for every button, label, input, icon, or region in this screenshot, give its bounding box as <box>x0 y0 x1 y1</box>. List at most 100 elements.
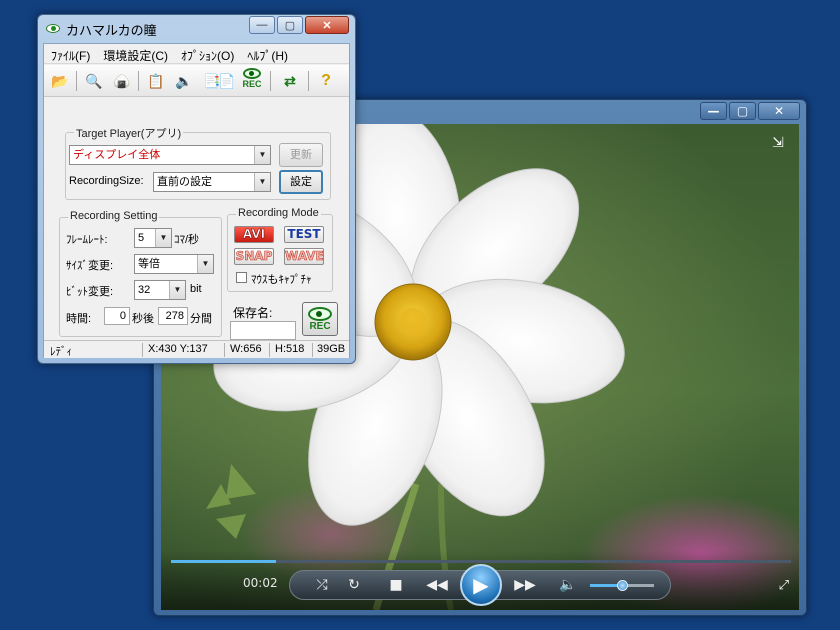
rec-button-label: REC <box>309 321 331 332</box>
rec-toolbar-label: REC <box>242 79 262 89</box>
menu-settings[interactable]: 環境設定(C) <box>96 44 174 63</box>
chevron-down-icon: ▼ <box>254 173 270 191</box>
chevron-down-icon: ▼ <box>155 229 171 247</box>
magnifier-page-icon[interactable]: 🔍 <box>84 71 104 91</box>
mode-snap-button[interactable]: SNAP <box>234 248 274 265</box>
delay-seconds-field[interactable]: 0 <box>104 307 130 325</box>
mouse-capture-checkbox[interactable] <box>236 272 247 283</box>
toolbar-separator <box>270 71 271 91</box>
recorder-client-area: ﾌｧｲﾙ(F) 環境設定(C) ｵﾌﾟｼｮﾝ(O) ﾍﾙﾌﾟ(H) 📂 🔍 🍙 … <box>43 43 350 358</box>
rice-ball-icon[interactable]: 🍙 <box>112 71 132 91</box>
folder-open-icon[interactable]: 📂 <box>50 71 70 91</box>
previous-icon[interactable]: ◀◀ <box>422 571 452 599</box>
bit-depth-value: 32 <box>138 284 151 296</box>
recorder-minimize-button[interactable]: — <box>249 16 275 34</box>
pages-icon[interactable]: 📄 <box>218 71 236 91</box>
target-player-group: Target Player(アプリ) ディスプレイ全体 ▼ 更新 Recordi… <box>65 125 331 200</box>
rec-toolbar-icon[interactable]: REC <box>240 68 264 94</box>
player-minimize-button[interactable]: — <box>700 102 727 120</box>
mode-wave-button[interactable]: WAVE <box>284 248 324 265</box>
recorder-window: カハマルカの瞳 — ▢ ✕ ﾌｧｲﾙ(F) 環境設定(C) ｵﾌﾟｼｮﾝ(O) … <box>37 14 356 364</box>
target-player-combo[interactable]: ディスプレイ全体 ▼ <box>69 145 271 165</box>
status-state: ﾚﾃﾞｨ <box>50 346 72 358</box>
fullscreen-icon[interactable]: ⤢ <box>779 578 789 593</box>
shuffle-icon[interactable]: ⤮ <box>312 571 332 599</box>
stop-icon[interactable]: ■ <box>386 571 406 599</box>
seek-progress <box>171 560 277 563</box>
window-title: カハマルカの瞳 <box>66 23 157 38</box>
menu-file[interactable]: ﾌｧｲﾙ(F) <box>44 44 96 63</box>
recording-size-combo[interactable]: 直前の設定 ▼ <box>153 172 271 192</box>
save-name-input[interactable] <box>230 321 296 340</box>
next-icon[interactable]: ▶▶ <box>510 571 540 599</box>
status-bar: ﾚﾃﾞｨ X:430 Y:137 W:656 H:518 39GB <box>44 340 349 358</box>
save-name-label: 保存名: <box>233 306 273 320</box>
toolbar-separator <box>138 71 139 91</box>
time-label: 時間: <box>66 313 92 325</box>
target-player-group-title: Target Player(アプリ) <box>74 125 184 141</box>
eye-app-icon <box>46 24 60 33</box>
settings-button[interactable]: 設定 <box>279 170 323 194</box>
rec-button[interactable]: REC <box>302 302 338 336</box>
switch-arrows-icon[interactable]: ⇄ <box>278 71 302 91</box>
repeat-icon[interactable]: ↻ <box>344 571 364 599</box>
menu-help[interactable]: ﾍﾙﾌﾟ(H) <box>240 44 294 63</box>
player-controls: 00:02 ⤮ ↻ ■ ◀◀ ▶ ▶▶ 🔈 ⤢ <box>161 550 799 610</box>
target-player-value: ディスプレイ全体 <box>73 149 161 161</box>
time-display: 00:02 <box>243 576 278 590</box>
help-question-icon[interactable]: ? <box>316 71 336 91</box>
bit-change-label: ﾋﾞｯﾄ変更: <box>66 286 114 298</box>
collapse-icon[interactable]: ⇲ <box>767 134 789 152</box>
player-maximize-button[interactable]: ▢ <box>729 102 756 120</box>
duration-unit: 分間 <box>190 313 212 325</box>
chevron-down-icon: ▼ <box>254 146 270 164</box>
framerate-unit: ｺﾏ/秒 <box>174 234 200 246</box>
toolbar: 📂 🔍 🍙 📋 🔈 📑 📄 REC ⇄ ? <box>44 65 349 97</box>
recording-mode-group-title: Recording Mode <box>236 207 321 219</box>
size-change-combo[interactable]: 等倍 ▼ <box>134 254 214 274</box>
mode-test-button[interactable]: TEST <box>284 226 324 243</box>
framerate-combo[interactable]: 5 ▼ <box>134 228 172 248</box>
recording-size-label: RecordingSize: <box>69 175 144 187</box>
menu-bar: ﾌｧｲﾙ(F) 環境設定(C) ｵﾌﾟｼｮﾝ(O) ﾍﾙﾌﾟ(H) <box>44 44 349 64</box>
bit-depth-combo[interactable]: 32 ▼ <box>134 280 186 300</box>
status-coords: X:430 Y:137 <box>148 343 208 355</box>
control-pill: ⤮ ↻ ■ ◀◀ ▶ ▶▶ 🔈 <box>289 564 671 606</box>
clipboard-icon[interactable]: 📋 <box>146 71 166 91</box>
play-icon[interactable]: ▶ <box>460 564 502 606</box>
recorder-maximize-button[interactable]: ▢ <box>277 16 303 34</box>
eye-icon <box>308 307 332 321</box>
recording-setting-group: Recording Setting ﾌﾚｰﾑﾚｰﾄ: 5 ▼ ｺﾏ/秒 ｻｲｽﾞ… <box>59 210 222 337</box>
size-change-value: 等倍 <box>138 258 160 270</box>
size-change-label: ｻｲｽﾞ変更: <box>66 260 114 272</box>
status-separator <box>269 343 270 357</box>
duration-minutes-field[interactable]: 278 <box>158 307 188 325</box>
speaker-icon[interactable]: 🔈 <box>174 71 194 91</box>
status-width: W:656 <box>230 343 262 355</box>
seek-bar[interactable] <box>171 560 791 563</box>
player-close-button[interactable]: ✕ <box>758 102 800 120</box>
refresh-button[interactable]: 更新 <box>279 143 323 167</box>
recording-setting-group-title: Recording Setting <box>68 210 160 222</box>
toolbar-separator <box>76 71 77 91</box>
player-caption-buttons: — ▢ ✕ <box>700 102 800 120</box>
recording-mode-group: Recording Mode AVI TEST SNAP WAVE ﾏｳｽもｷｬ… <box>227 207 333 292</box>
volume-slider[interactable] <box>590 580 654 591</box>
toolbar-separator <box>308 71 309 91</box>
recorder-close-button[interactable]: ✕ <box>305 16 349 34</box>
status-separator <box>142 343 143 357</box>
volume-knob[interactable] <box>617 580 628 591</box>
mouse-capture-label: ﾏｳｽもｷｬﾌﾟﾁｬ <box>251 274 312 286</box>
delay-unit: 秒後 <box>132 313 154 325</box>
bit-unit: bit <box>190 283 202 295</box>
menu-options[interactable]: ｵﾌﾟｼｮﾝ(O) <box>174 44 240 63</box>
chevron-down-icon: ▼ <box>197 255 213 273</box>
framerate-value: 5 <box>138 232 145 244</box>
framerate-label: ﾌﾚｰﾑﾚｰﾄ: <box>66 234 108 246</box>
recorder-caption-buttons: — ▢ ✕ <box>249 16 349 34</box>
mode-avi-button[interactable]: AVI <box>234 226 274 243</box>
status-separator <box>224 343 225 357</box>
chevron-down-icon: ▼ <box>169 281 185 299</box>
speaker-icon[interactable]: 🔈 <box>558 571 578 599</box>
status-height: H:518 <box>275 343 305 355</box>
